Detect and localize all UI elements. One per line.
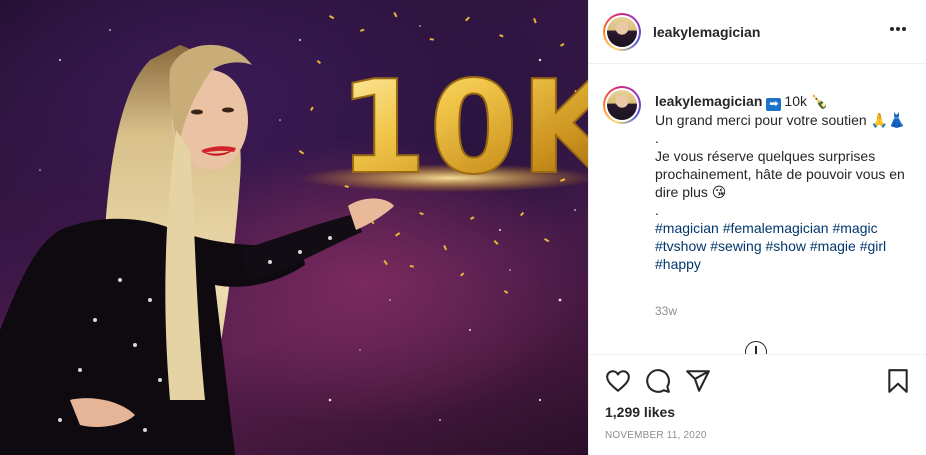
caption-time-ago[interactable]: 33w: [655, 304, 677, 318]
hashtag[interactable]: #show: [766, 238, 806, 254]
avatar[interactable]: [603, 13, 641, 51]
caption-username[interactable]: leakylemagician: [655, 93, 762, 109]
caption-hashtags: #magician #femalemagician #magic #tvshow…: [655, 219, 917, 273]
caption-line-surprises: Je vous réserve quelques surprises proch…: [655, 148, 905, 200]
likes-count[interactable]: 1,299 likes: [605, 404, 675, 420]
post-details-panel: leakylemagician leakylemagician ➡ 10k 🍾 Un…: [588, 0, 926, 455]
balloon-text: 10K: [338, 54, 588, 203]
hashtag[interactable]: #tvshow: [655, 238, 706, 254]
caption-headline: 10k 🍾: [784, 93, 829, 109]
post-actions: 1,299 likes NOVEMBER 11, 2020: [589, 354, 926, 455]
hashtag[interactable]: #girl: [860, 238, 886, 254]
caption-avatar[interactable]: [603, 86, 641, 124]
post-date: NOVEMBER 11, 2020: [605, 430, 707, 441]
hashtag[interactable]: #magic: [832, 220, 877, 236]
caption-dot: .: [655, 130, 659, 146]
hashtag[interactable]: #femalemagician: [723, 220, 829, 236]
header-username[interactable]: leakylemagician: [653, 24, 760, 40]
hashtag[interactable]: #magie: [810, 238, 856, 254]
post-photo-art: 10K: [0, 12, 588, 455]
comment-icon[interactable]: [645, 368, 671, 394]
heart-icon[interactable]: [605, 368, 631, 394]
paper-plane-icon[interactable]: [685, 368, 711, 394]
more-options-icon[interactable]: [890, 26, 906, 32]
caption-line-thanks: Un grand merci pour votre soutien 🙏👗: [655, 112, 906, 128]
hashtag[interactable]: #magician: [655, 220, 719, 236]
bookmark-icon[interactable]: [885, 368, 911, 394]
arrow-right-icon: ➡: [766, 98, 782, 111]
hashtag[interactable]: #sewing: [710, 238, 761, 254]
caption-dot: .: [655, 202, 659, 218]
hashtag[interactable]: #happy: [655, 256, 701, 272]
caption-text: leakylemagician ➡ 10k 🍾 Un grand merci pou…: [655, 92, 917, 273]
post-header: leakylemagician: [589, 0, 926, 64]
post-photo[interactable]: 10K: [0, 0, 588, 455]
